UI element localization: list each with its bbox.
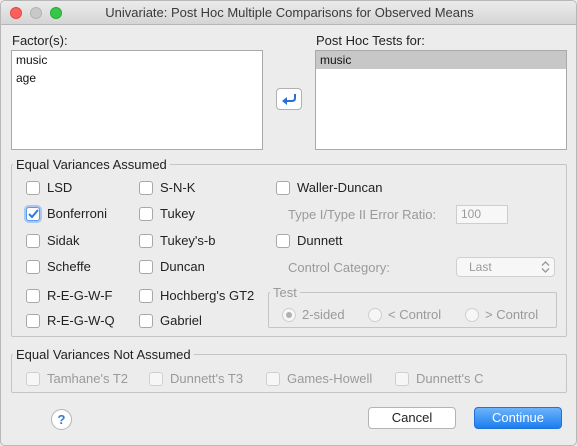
dunnett-c-label: Dunnett's C (416, 371, 484, 386)
regwq-checkbox[interactable]: R-E-G-W-Q (26, 313, 115, 328)
regwf-checkbox[interactable]: R-E-G-W-F (26, 288, 112, 303)
factors-listbox[interactable]: music age (11, 50, 263, 150)
checkbox-box[interactable] (276, 233, 290, 248)
dialog-window: Univariate: Post Hoc Multiple Comparison… (0, 0, 577, 446)
factor-item-age[interactable]: age (12, 69, 262, 87)
factor-item-music[interactable]: music (12, 51, 262, 69)
checkbox-box[interactable] (139, 206, 153, 221)
scheffe-checkbox[interactable]: Scheffe (26, 259, 91, 274)
dunnett-t3-label: Dunnett's T3 (170, 371, 244, 386)
tamhane-label: Tamhane's T2 (47, 371, 129, 386)
checkbox-box[interactable] (139, 313, 153, 328)
scheffe-label: Scheffe (47, 259, 91, 274)
bonferroni-checkbox[interactable]: Bonferroni (26, 206, 107, 221)
dunnett-label: Dunnett (297, 233, 343, 248)
tukey-label: Tukey (160, 206, 195, 221)
regwq-label: R-E-G-W-Q (47, 313, 115, 328)
factors-label: Factor(s): (12, 33, 68, 48)
greater-control-label: > Control (485, 307, 539, 322)
radio-button[interactable] (368, 307, 382, 322)
checkbox-box[interactable] (26, 180, 40, 195)
checkbox-box[interactable] (266, 371, 280, 386)
equal-variances-not-assumed-group: Equal Variances Not Assumed (11, 347, 567, 393)
error-ratio-label: Type I/Type II Error Ratio: (288, 207, 437, 222)
equal-variances-not-assumed-legend: Equal Variances Not Assumed (16, 347, 191, 362)
tamhane-checkbox[interactable]: Tamhane's T2 (26, 371, 128, 386)
hochberg-checkbox[interactable]: Hochberg's GT2 (139, 288, 254, 303)
cancel-button[interactable]: Cancel (368, 407, 456, 429)
chevron-updown-icon (541, 261, 550, 273)
sidak-label: Sidak (47, 233, 80, 248)
tukeys-b-checkbox[interactable]: Tukey's-b (139, 233, 215, 248)
checkmark-icon (27, 208, 39, 218)
duncan-label: Duncan (160, 259, 205, 274)
control-category-label: Control Category: (288, 260, 390, 275)
equal-variances-assumed-legend: Equal Variances Assumed (16, 157, 167, 172)
waller-duncan-checkbox[interactable]: Waller-Duncan (276, 180, 383, 195)
less-control-radio[interactable]: < Control (368, 307, 441, 322)
dunnett-checkbox[interactable]: Dunnett (276, 233, 343, 248)
window-title: Univariate: Post Hoc Multiple Comparison… (105, 5, 474, 20)
error-ratio-input[interactable]: 100 (456, 205, 508, 224)
checkbox-box[interactable] (26, 371, 40, 386)
checkbox-box[interactable] (26, 233, 40, 248)
checkbox-box[interactable] (395, 371, 409, 386)
continue-button[interactable]: Continue (474, 407, 562, 429)
tukey-checkbox[interactable]: Tukey (139, 206, 195, 221)
gabriel-label: Gabriel (160, 313, 202, 328)
posthoc-for-listbox[interactable]: music (315, 50, 567, 150)
checkbox-box[interactable] (149, 371, 163, 386)
dunnett-c-checkbox[interactable]: Dunnett's C (395, 371, 484, 386)
arrow-left-icon (282, 94, 296, 105)
checkbox-box[interactable] (139, 233, 153, 248)
checkbox-box[interactable] (26, 313, 40, 328)
bonferroni-label: Bonferroni (47, 206, 107, 221)
lsd-label: LSD (47, 180, 73, 195)
help-icon: ? (57, 412, 66, 427)
checkbox-box[interactable] (139, 288, 153, 303)
checkbox-box[interactable] (139, 259, 153, 274)
tukeys-b-label: Tukey's-b (160, 233, 216, 248)
two-sided-radio[interactable]: 2-sided (282, 307, 345, 322)
control-category-select[interactable]: Last (456, 257, 555, 277)
checkbox-box[interactable] (276, 180, 290, 195)
dunnett-t3-checkbox[interactable]: Dunnett's T3 (149, 371, 243, 386)
posthoc-for-label: Post Hoc Tests for: (316, 33, 425, 48)
two-sided-label: 2-sided (302, 307, 345, 322)
lsd-checkbox[interactable]: LSD (26, 180, 72, 195)
sidak-checkbox[interactable]: Sidak (26, 233, 80, 248)
games-howell-label: Games-Howell (287, 371, 373, 386)
move-to-posthoc-button[interactable] (276, 88, 302, 110)
radio-button[interactable] (465, 307, 479, 322)
gabriel-checkbox[interactable]: Gabriel (139, 313, 202, 328)
help-button[interactable]: ? (51, 409, 72, 430)
control-category-value: Last (469, 260, 492, 274)
radio-selected-dot (286, 311, 292, 318)
test-legend: Test (273, 285, 297, 300)
checkbox-box[interactable] (139, 180, 153, 195)
checkbox-box[interactable] (26, 259, 40, 274)
checkbox-box[interactable] (26, 206, 40, 221)
duncan-checkbox[interactable]: Duncan (139, 259, 205, 274)
checkbox-box[interactable] (26, 288, 40, 303)
title-bar: Univariate: Post Hoc Multiple Comparison… (1, 1, 576, 25)
regwf-label: R-E-G-W-F (47, 288, 113, 303)
hochberg-label: Hochberg's GT2 (160, 288, 255, 303)
less-control-label: < Control (388, 307, 442, 322)
posthoc-item-music[interactable]: music (316, 51, 566, 69)
greater-control-radio[interactable]: > Control (465, 307, 538, 322)
games-howell-checkbox[interactable]: Games-Howell (266, 371, 372, 386)
radio-button[interactable] (282, 307, 296, 322)
snk-checkbox[interactable]: S-N-K (139, 180, 195, 195)
snk-label: S-N-K (160, 180, 196, 195)
waller-duncan-label: Waller-Duncan (297, 180, 383, 195)
